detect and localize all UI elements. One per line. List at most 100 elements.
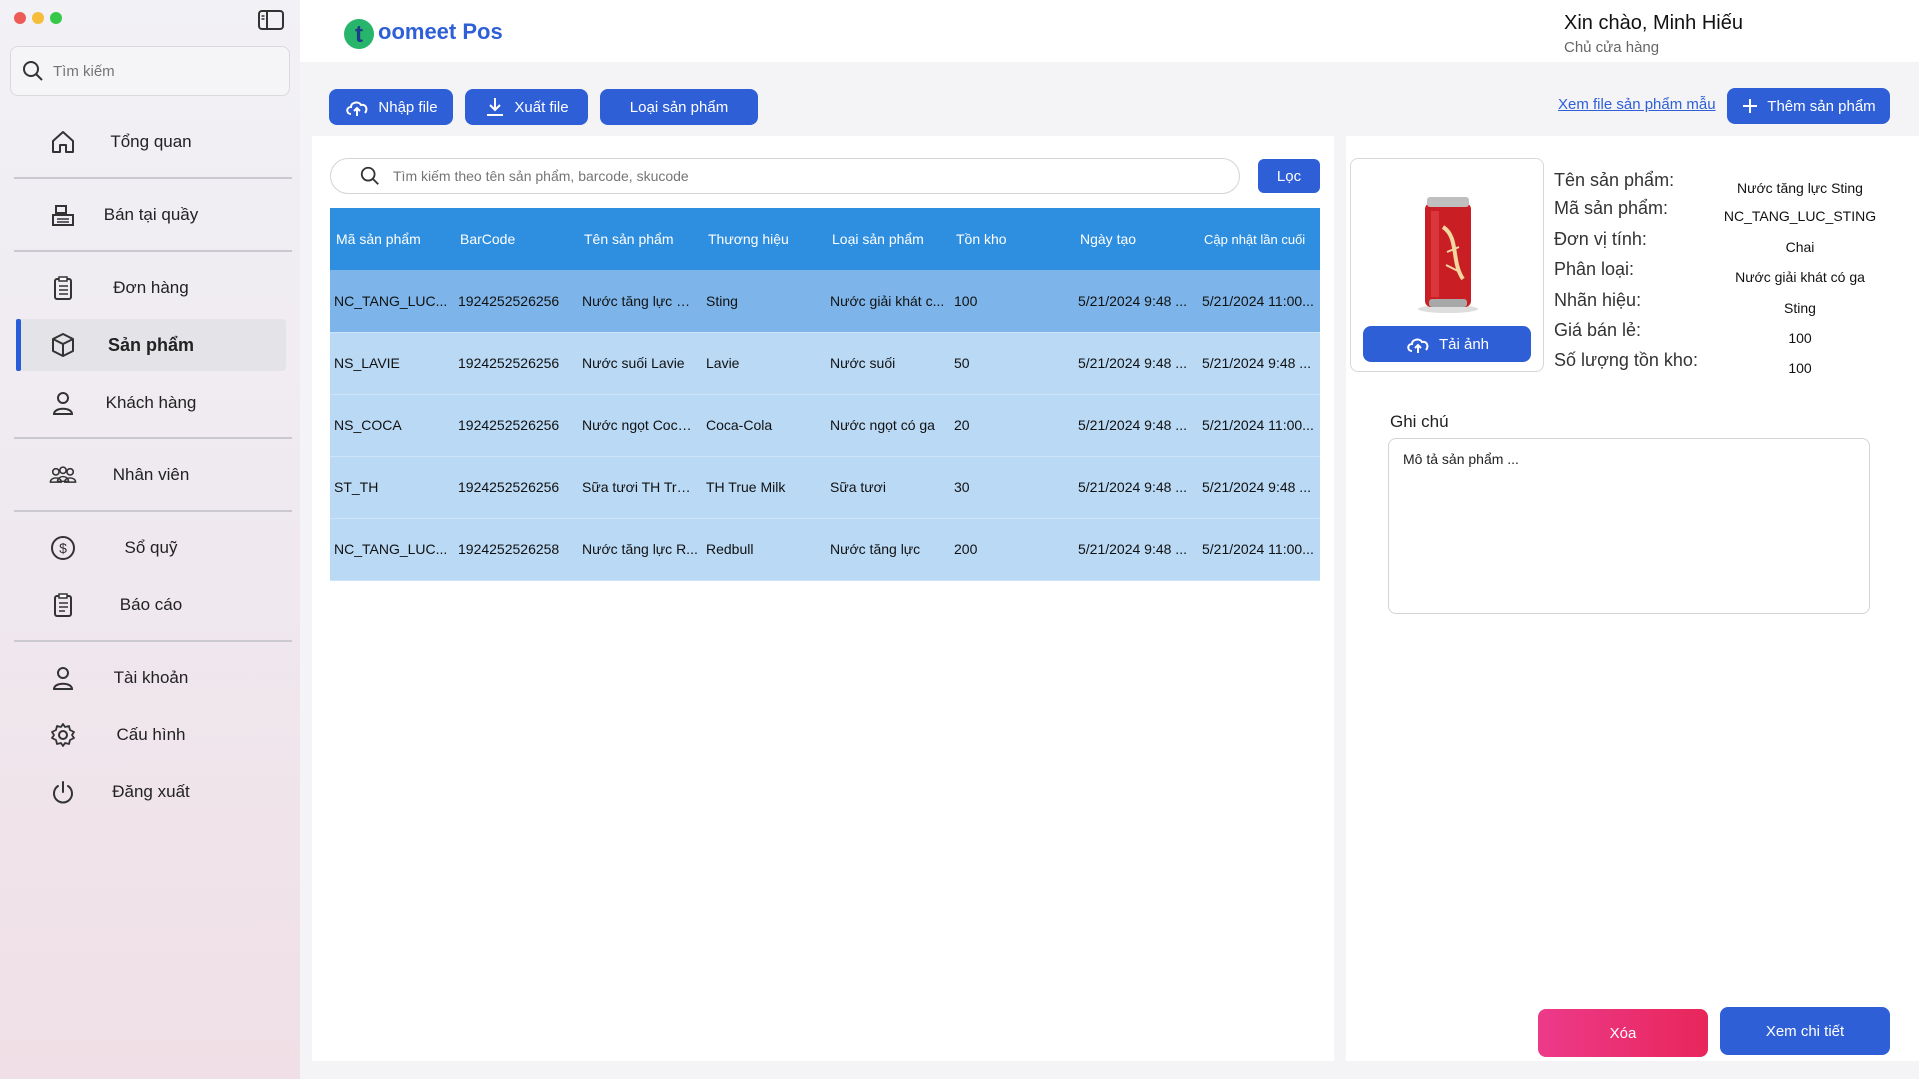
table-cell: 5/21/2024 9:48 ... bbox=[1198, 332, 1320, 395]
field-value-price: 100 bbox=[1788, 330, 1812, 346]
table-row[interactable]: NC_TANG_LUC... 1924252526256 Nước tăng l… bbox=[330, 270, 1320, 333]
table-cell: NS_LAVIE bbox=[330, 332, 454, 395]
table-cell: 1924252526256 bbox=[454, 456, 578, 519]
note-textarea[interactable]: Mô tả sản phẩm ... bbox=[1388, 438, 1870, 614]
app-logo: t oomeet Pos bbox=[342, 10, 503, 54]
table-cell: Nước giải khát c... bbox=[826, 270, 950, 333]
logo-text: oomeet Pos bbox=[378, 19, 503, 44]
column-header[interactable]: Cập nhật lần cuối bbox=[1198, 208, 1320, 270]
sidebar-item-cashbook[interactable]: $ Sổ quỹ bbox=[16, 522, 286, 574]
close-window-button[interactable] bbox=[14, 12, 26, 24]
column-header[interactable]: Ngày tạo bbox=[1074, 208, 1198, 270]
sidebar-item-orders[interactable]: Đơn hàng bbox=[16, 262, 286, 314]
field-label-stock: Số lượng tồn kho: bbox=[1554, 350, 1698, 370]
cloud-upload-icon bbox=[1407, 338, 1429, 353]
app-window: Tổng quan Bán tại quầy Đơn hàng Sản phẩm bbox=[0, 0, 1919, 1079]
table-cell: 5/21/2024 9:48 ... bbox=[1074, 394, 1198, 457]
table-cell: 5/21/2024 9:48 ... bbox=[1074, 332, 1198, 395]
sidebar-item-account[interactable]: Tài khoản bbox=[16, 652, 286, 704]
field-value-stock: 100 bbox=[1788, 360, 1812, 376]
sidebar-item-label: Báo cáo bbox=[119, 595, 183, 614]
table-cell: 5/21/2024 11:00... bbox=[1198, 394, 1320, 457]
column-header[interactable]: Tồn kho bbox=[950, 208, 1074, 270]
table-cell: ST_TH bbox=[330, 456, 454, 519]
table-row[interactable]: NS_COCA 1924252526256 Nước ngọt Coca-...… bbox=[330, 394, 1320, 457]
sidebar-item-label: Đơn hàng bbox=[113, 278, 189, 297]
user-role: Chủ cửa hàng bbox=[1564, 39, 1660, 56]
column-header[interactable]: Tên sản phẩm bbox=[578, 208, 702, 270]
sidebar-item-customers[interactable]: Khách hàng bbox=[16, 377, 286, 429]
column-header[interactable]: Loại sản phẩm bbox=[826, 208, 950, 270]
table-cell: 5/21/2024 11:00... bbox=[1198, 518, 1320, 581]
product-category-label: Loại sản phẩm bbox=[629, 98, 729, 116]
sidebar-item-products[interactable]: Sản phẩm bbox=[16, 319, 286, 371]
sidebar-item-label: Đăng xuất bbox=[112, 782, 190, 801]
export-file-button[interactable]: Xuất file bbox=[465, 89, 588, 125]
divider bbox=[14, 640, 292, 642]
table-cell: 5/21/2024 9:48 ... bbox=[1074, 518, 1198, 581]
maximize-window-button[interactable] bbox=[50, 12, 62, 24]
sidebar-item-overview[interactable]: Tổng quan bbox=[16, 116, 286, 168]
import-file-label: Nhập file bbox=[378, 98, 438, 116]
product-category-button[interactable]: Loại sản phẩm bbox=[600, 89, 758, 125]
table-cell: Nước ngọt Coca-... bbox=[578, 394, 702, 457]
sidebar-item-label: Tổng quan bbox=[110, 132, 192, 151]
table-cell: Nước tăng lực R... bbox=[578, 518, 702, 581]
upload-image-label: Tải ảnh bbox=[1438, 335, 1490, 353]
table-cell: Nước tăng lực Sti... bbox=[578, 270, 702, 333]
sidebar-item-logout[interactable]: Đăng xuất bbox=[16, 766, 286, 818]
logo-mark: t bbox=[344, 19, 374, 49]
field-label-unit: Đơn vị tính: bbox=[1554, 229, 1647, 249]
table-cell: 5/21/2024 11:00... bbox=[1198, 270, 1320, 333]
add-product-button[interactable]: Thêm sản phẩm bbox=[1727, 88, 1890, 124]
sidebar-item-label: Sổ quỹ bbox=[124, 538, 178, 557]
delete-button[interactable]: Xóa bbox=[1538, 1009, 1708, 1057]
sidebar-item-label: Cấu hình bbox=[116, 725, 186, 744]
import-file-button[interactable]: Nhập file bbox=[329, 89, 453, 125]
svg-text:t: t bbox=[355, 21, 363, 48]
cloud-upload-icon bbox=[346, 101, 368, 116]
field-label-category: Phân loại: bbox=[1554, 259, 1635, 279]
field-value-unit: Chai bbox=[1785, 239, 1815, 255]
table-cell: 100 bbox=[950, 270, 1074, 333]
table-cell: TH True Milk bbox=[702, 456, 826, 519]
table-cell: 20 bbox=[950, 394, 1074, 457]
sample-file-link[interactable]: Xem file sản phẩm mẫu bbox=[1558, 96, 1716, 113]
sidebar-toggle-icon[interactable] bbox=[256, 8, 286, 32]
table-cell: 50 bbox=[950, 332, 1074, 395]
search-icon bbox=[360, 166, 379, 185]
table-cell: 5/21/2024 9:48 ... bbox=[1074, 270, 1198, 333]
filter-button[interactable]: Lọc bbox=[1258, 159, 1320, 193]
column-header[interactable]: Thương hiệu bbox=[702, 208, 826, 270]
sidebar-item-label: Bán tại quầy bbox=[103, 205, 199, 224]
table-cell: 200 bbox=[950, 518, 1074, 581]
divider bbox=[14, 250, 292, 252]
table-cell: 1924252526256 bbox=[454, 332, 578, 395]
column-header[interactable]: Mã sản phẩm bbox=[330, 208, 454, 270]
upload-image-button[interactable]: Tải ảnh bbox=[1363, 326, 1531, 362]
table-cell: Lavie bbox=[702, 332, 826, 395]
table-cell: Nước suối Lavie bbox=[578, 332, 702, 395]
sidebar-item-pos[interactable]: Bán tại quầy bbox=[16, 189, 286, 241]
field-value-name: Nước tăng lực Sting bbox=[1737, 180, 1863, 196]
table-row[interactable]: ST_TH 1924252526256 Sữa tươi TH True... … bbox=[330, 456, 1320, 519]
sidebar-item-reports[interactable]: Báo cáo bbox=[16, 579, 286, 631]
sidebar-item-settings[interactable]: Cấu hình bbox=[16, 709, 286, 761]
field-value-brand: Sting bbox=[1784, 300, 1816, 316]
sidebar-item-staff[interactable]: Nhân viên bbox=[16, 449, 286, 501]
column-header[interactable]: BarCode bbox=[454, 208, 578, 270]
export-file-label: Xuất file bbox=[514, 98, 569, 116]
view-detail-button[interactable]: Xem chi tiết bbox=[1720, 1007, 1890, 1055]
table-cell: Nước suối bbox=[826, 332, 950, 395]
table-cell: Redbull bbox=[702, 518, 826, 581]
minimize-window-button[interactable] bbox=[32, 12, 44, 24]
table-cell: 30 bbox=[950, 456, 1074, 519]
product-search-input[interactable] bbox=[393, 168, 1213, 184]
sidebar-item-label: Sản phẩm bbox=[107, 334, 195, 355]
table-cell: Sữa tươi bbox=[826, 456, 950, 519]
sidebar-item-label: Nhân viên bbox=[112, 465, 190, 484]
table-row[interactable]: NC_TANG_LUC... 1924252526258 Nước tăng l… bbox=[330, 518, 1320, 581]
sidebar-search-input[interactable] bbox=[53, 62, 273, 80]
greeting-text: Xin chào, Minh Hiếu bbox=[1564, 12, 1743, 34]
table-row[interactable]: NS_LAVIE 1924252526256 Nước suối Lavie L… bbox=[330, 332, 1320, 395]
